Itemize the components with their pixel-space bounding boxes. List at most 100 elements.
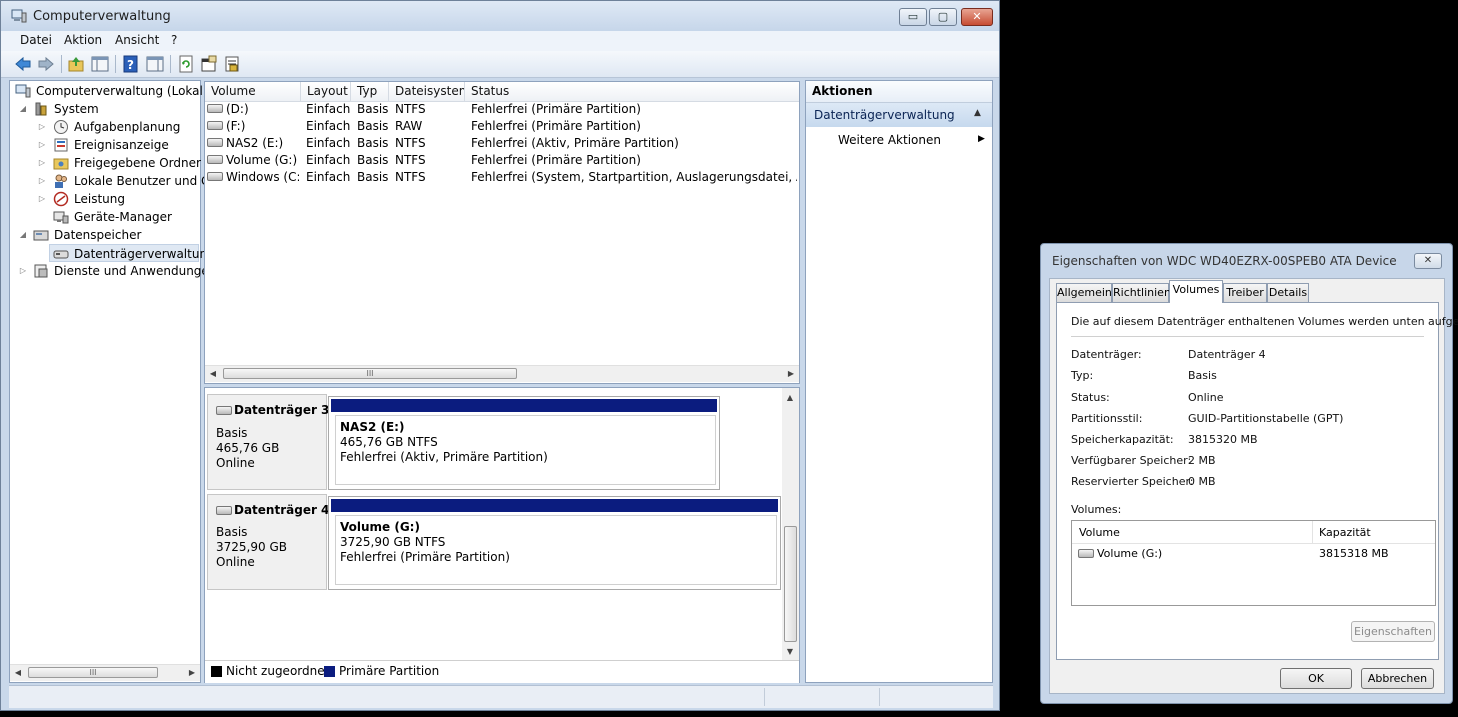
status-divider — [764, 688, 765, 706]
column-typ[interactable]: Typ — [351, 82, 389, 101]
prop-value: 3815320 MB — [1188, 433, 1258, 446]
legend-swatch-primary — [324, 666, 335, 677]
expand-arrow-icon[interactable]: ▷ — [38, 118, 46, 136]
actions-header: Aktionen — [806, 81, 992, 103]
status-cell: Fehlerfrei (Primäre Partition) — [471, 119, 641, 133]
volume-list-header: Volume Layout Typ Dateisystem Status — [205, 82, 799, 102]
forward-arrow-icon[interactable] — [37, 55, 55, 73]
prop-label: Reservierter Speicher: — [1071, 475, 1194, 488]
action-more-actions[interactable]: Weitere Aktionen ▶ — [806, 131, 992, 149]
prop-label: Partitionsstil: — [1071, 412, 1143, 425]
collapse-arrow-icon[interactable]: ◢ — [19, 226, 27, 244]
expand-arrow-icon[interactable]: ▷ — [19, 262, 27, 280]
disk-label-box[interactable]: Datenträger 4 Basis 3725,90 GB Online — [207, 494, 329, 590]
disk-type: Basis — [216, 426, 248, 440]
scroll-left-icon[interactable]: ◀ — [205, 366, 221, 382]
filesystem-cell: NTFS — [395, 136, 426, 150]
volume-list-horizontal-scrollbar[interactable]: ◀ III ▶ — [205, 365, 799, 382]
prop-value: Basis — [1188, 369, 1217, 382]
expand-arrow-icon[interactable]: ▷ — [38, 154, 46, 172]
tab-details[interactable]: Details — [1267, 283, 1309, 302]
refresh-icon[interactable] — [177, 55, 195, 73]
prop-label: Speicherkapazität: — [1071, 433, 1174, 446]
column-volume[interactable]: Volume — [1079, 526, 1120, 539]
tab-volumes[interactable]: Volumes — [1169, 280, 1223, 303]
up-folder-icon[interactable] — [67, 55, 85, 73]
disk-management-icon — [53, 250, 69, 259]
table-row[interactable]: Windows (C:) Einfach Basis NTFS Fehlerfr… — [205, 169, 799, 186]
shared-folder-icon — [53, 158, 69, 170]
column-volume[interactable]: Volume — [205, 82, 301, 101]
divider — [1071, 336, 1424, 337]
type-cell: Basis — [357, 153, 389, 167]
drive-icon — [207, 138, 223, 147]
close-button[interactable]: ✕ — [961, 8, 993, 26]
prop-label: Datenträger: — [1071, 348, 1142, 361]
list-item[interactable]: Volume (G:) 3815318 MB — [1072, 546, 1435, 563]
column-divider — [1312, 521, 1313, 543]
export-list-icon[interactable] — [223, 55, 241, 73]
help-icon[interactable]: ? — [122, 55, 140, 73]
show-hide-action-pane-icon[interactable] — [146, 55, 164, 73]
status-cell: Fehlerfrei (Aktiv, Primäre Partition) — [471, 136, 679, 150]
tab-allgemein[interactable]: Allgemein — [1056, 283, 1112, 302]
scroll-left-icon[interactable]: ◀ — [10, 665, 26, 681]
scroll-right-icon[interactable]: ▶ — [184, 665, 200, 681]
table-row[interactable]: NAS2 (E:) Einfach Basis NTFS Fehlerfrei … — [205, 135, 799, 152]
expand-arrow-icon[interactable]: ▷ — [38, 136, 46, 154]
tree-label: Dienste und Anwendungen — [54, 264, 217, 278]
tab-treiber[interactable]: Treiber — [1223, 283, 1267, 302]
column-kapazitaet[interactable]: Kapazität — [1319, 526, 1371, 539]
dialog-title: Eigenschaften von WDC WD40EZRX-00SPEB0 A… — [1052, 254, 1397, 268]
volumes-label: Volumes: — [1071, 503, 1122, 516]
column-layout[interactable]: Layout — [301, 82, 351, 101]
scroll-thumb[interactable]: III — [223, 368, 517, 379]
expand-arrow-icon[interactable]: ▷ — [38, 190, 46, 208]
expand-arrow-icon[interactable]: ▷ — [38, 172, 46, 190]
tree-label: System — [54, 102, 99, 116]
column-status[interactable]: Status — [465, 82, 799, 101]
partition-block[interactable]: NAS2 (E:) 465,76 GB NTFS Fehlerfrei (Akt… — [328, 396, 720, 490]
table-row[interactable]: Volume (G:) Einfach Basis NTFS Fehlerfre… — [205, 152, 799, 169]
scroll-right-icon[interactable]: ▶ — [783, 366, 799, 382]
column-dateisystem[interactable]: Dateisystem — [389, 82, 465, 101]
properties-button[interactable]: Eigenschaften — [1351, 621, 1435, 642]
back-arrow-icon[interactable] — [14, 55, 32, 73]
legend: Nicht zugeordnet Primäre Partition — [205, 660, 799, 683]
maximize-button[interactable]: ▢ — [929, 8, 957, 26]
disk-label-box[interactable]: Datenträger 3 Basis 465,76 GB Online — [207, 394, 329, 490]
tab-richtlinien[interactable]: Richtlinien — [1112, 283, 1171, 302]
actions-section-header[interactable]: Datenträgerverwaltung ▲ — [806, 103, 992, 127]
minimize-icon: ▭ — [907, 10, 919, 23]
title-bar[interactable]: Computerverwaltung ▭ ▢ ✕ — [1, 1, 999, 31]
dialog-volume-list[interactable]: Volume Kapazität Volume (G:) 3815318 MB — [1071, 520, 1436, 606]
drive-icon — [207, 172, 223, 181]
disk-view-vertical-scrollbar[interactable]: ▲ ▼ — [782, 388, 799, 660]
collapse-arrow-icon[interactable]: ◢ — [19, 100, 27, 118]
scroll-down-icon[interactable]: ▼ — [782, 644, 798, 660]
tree-item-datentraegerverwaltung[interactable]: Datenträgerverwaltung — [49, 244, 215, 262]
properties-icon[interactable] — [200, 55, 218, 73]
cancel-button[interactable]: Abbrechen — [1361, 668, 1434, 689]
dialog-close-button[interactable]: ✕ — [1414, 253, 1442, 269]
tree-horizontal-scrollbar[interactable]: ◀ III ▶ — [10, 664, 200, 681]
partition-block[interactable]: Volume (G:) 3725,90 GB NTFS Fehlerfrei (… — [328, 496, 781, 590]
tree-label: Computerverwaltung (Lokal) — [36, 84, 208, 98]
ok-button[interactable]: OK — [1280, 668, 1352, 689]
menu-ansicht[interactable]: Ansicht — [115, 33, 159, 47]
dialog-volume-list-header: Volume Kapazität — [1072, 521, 1435, 544]
table-row[interactable]: (F:) Einfach Basis RAW Fehlerfrei (Primä… — [205, 118, 799, 135]
table-row[interactable]: (D:) Einfach Basis NTFS Fehlerfrei (Prim… — [205, 101, 799, 118]
menu-aktion[interactable]: Aktion — [64, 33, 102, 47]
partition-inner: Volume (G:) 3725,90 GB NTFS Fehlerfrei (… — [335, 515, 777, 585]
menu-help[interactable]: ? — [171, 33, 177, 47]
show-hide-tree-icon[interactable] — [91, 55, 109, 73]
menu-datei[interactable]: Datei — [20, 33, 52, 47]
disk-state: Online — [216, 555, 255, 569]
scroll-thumb[interactable]: III — [28, 667, 158, 678]
collapse-up-icon[interactable]: ▲ — [974, 108, 981, 118]
scroll-thumb[interactable] — [784, 526, 797, 642]
minimize-button[interactable]: ▭ — [899, 8, 927, 26]
computer-management-icon — [15, 84, 31, 98]
scroll-up-icon[interactable]: ▲ — [782, 390, 798, 406]
